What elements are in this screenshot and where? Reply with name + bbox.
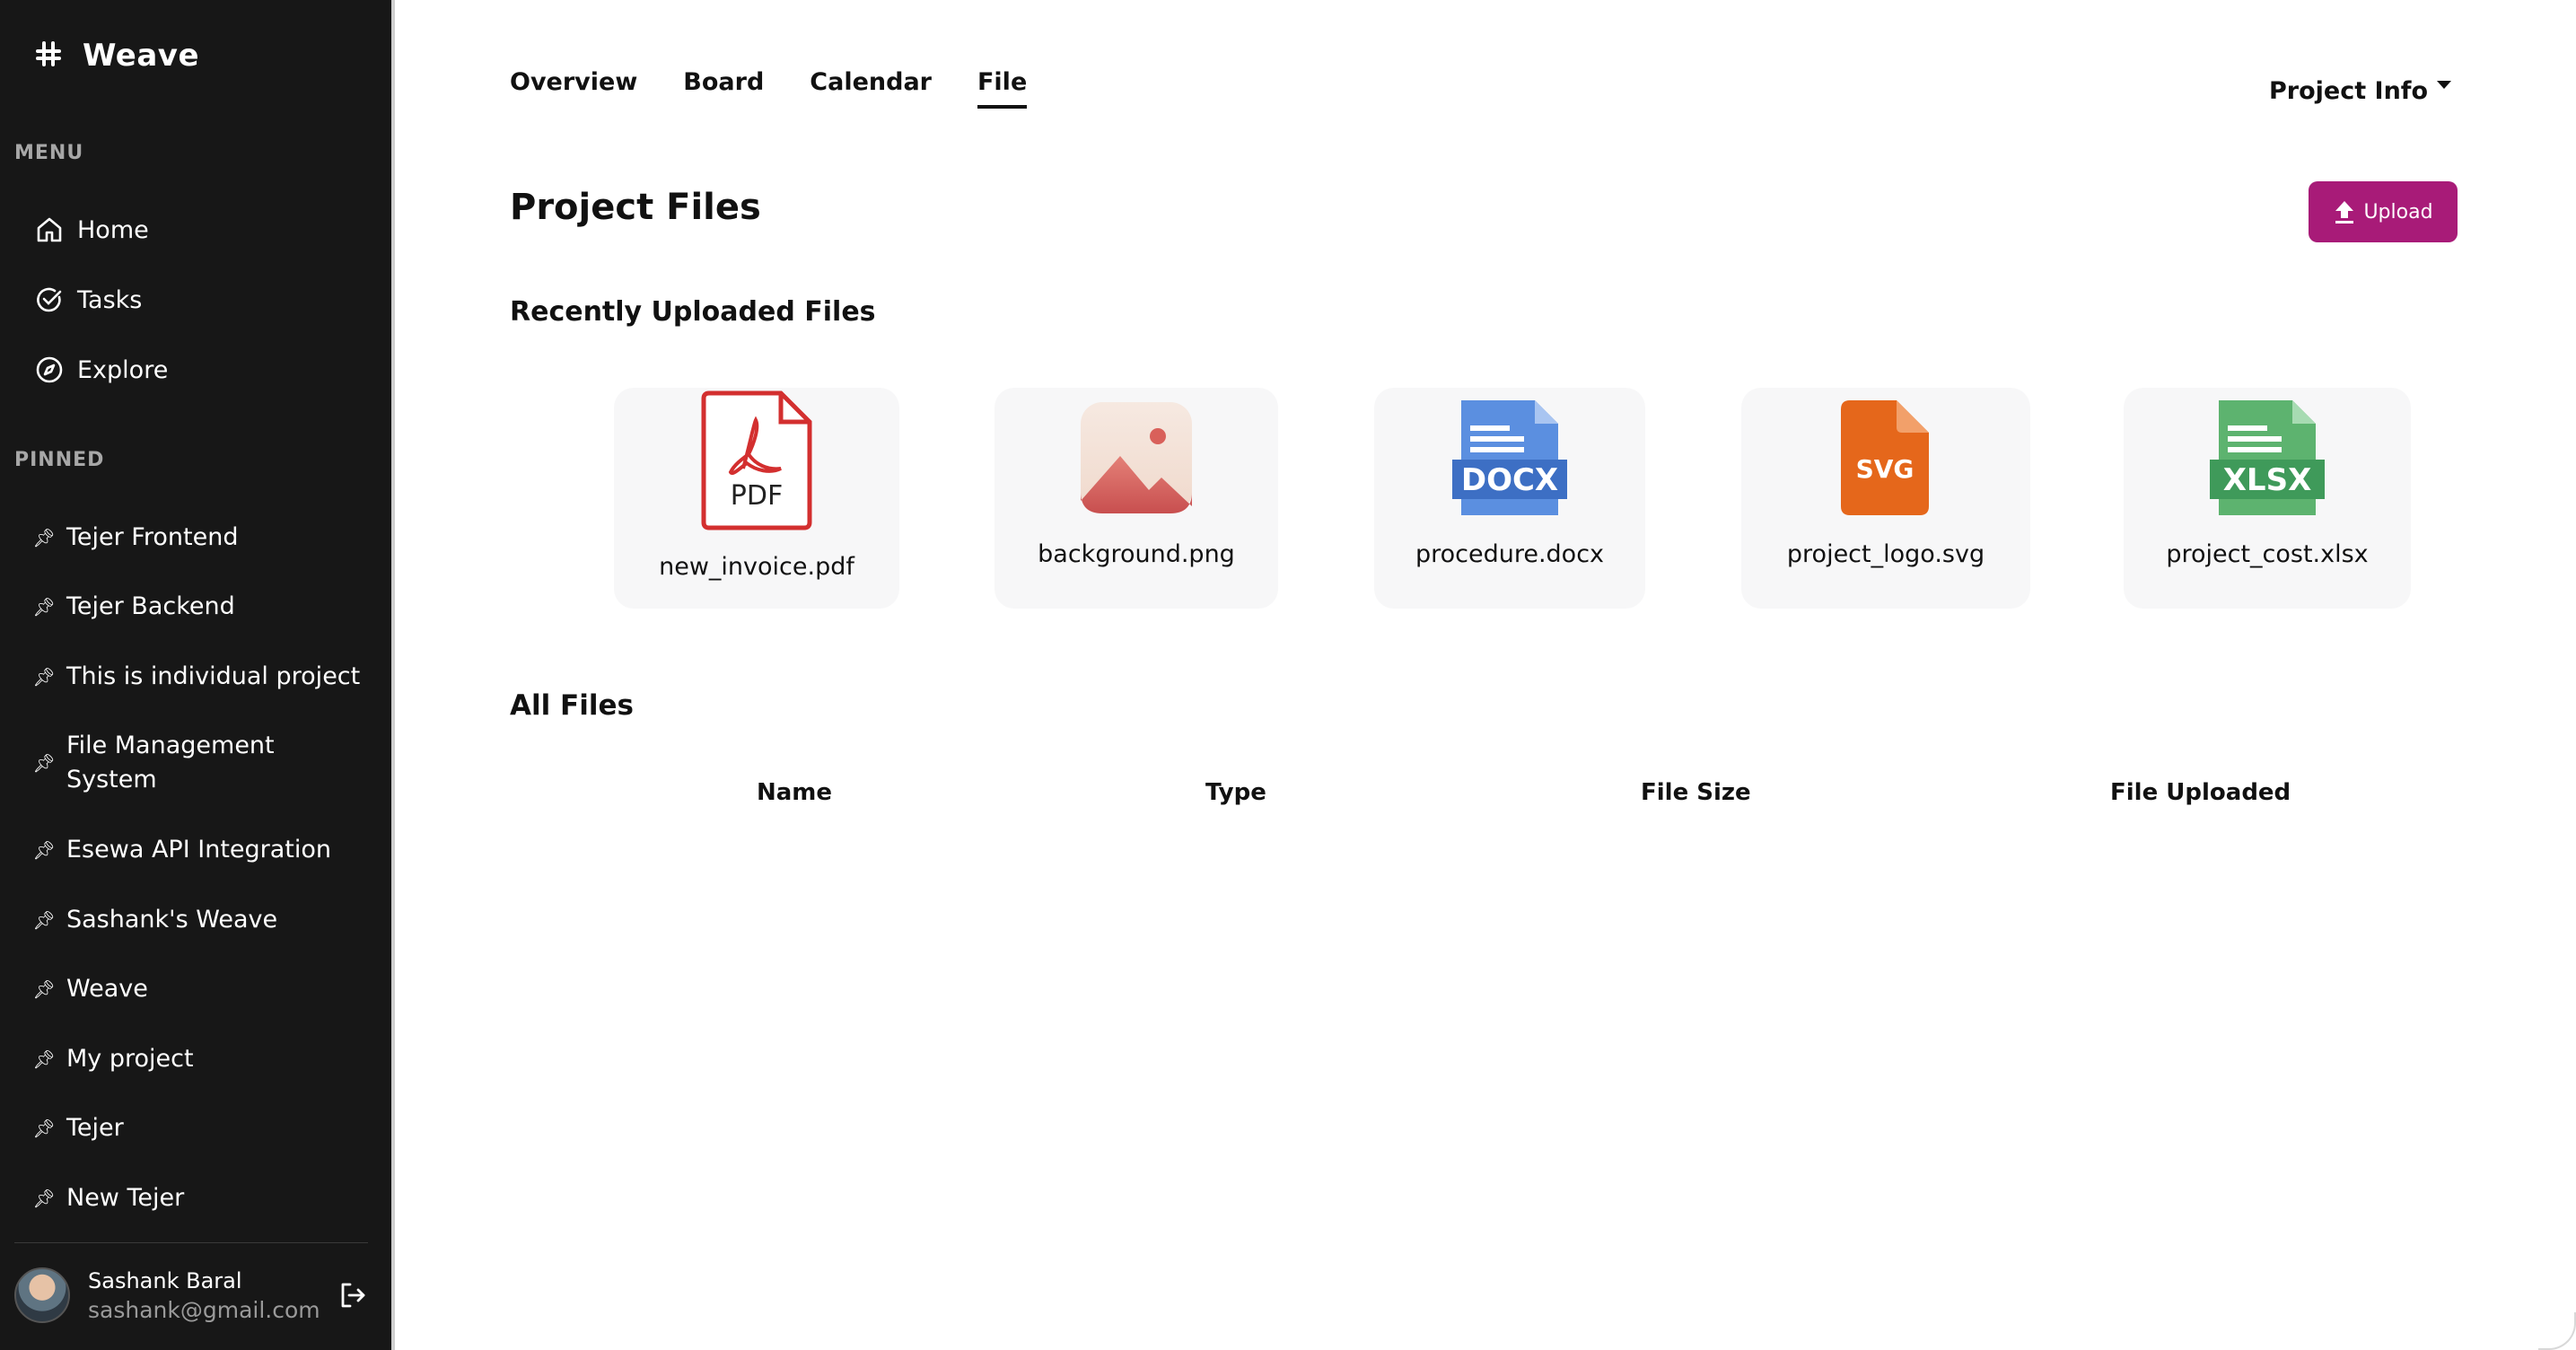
- upload-label: Upload: [2363, 200, 2433, 224]
- brand-name: Weave: [83, 38, 200, 74]
- pin-icon: 📌︎: [32, 978, 56, 1000]
- docx-badge: DOCX: [1461, 462, 1558, 498]
- brand[interactable]: Weave: [32, 32, 199, 79]
- pinned-item-label: File Management System: [66, 732, 275, 793]
- recent-files-title: Recently Uploaded Files: [510, 296, 876, 328]
- pinned-item[interactable]: 📌︎ Sashank's Weave: [32, 903, 366, 937]
- file-name: project_logo.svg: [1786, 540, 1985, 568]
- user-email: sashank@gmail.com: [88, 1296, 320, 1323]
- file-name: procedure.docx: [1415, 540, 1605, 568]
- column-header-type[interactable]: Type: [1205, 779, 1266, 806]
- project-info-dropdown[interactable]: Project Info: [2269, 77, 2452, 105]
- file-name: background.png: [1038, 540, 1235, 568]
- pinned-item[interactable]: 📌︎ File Management System: [32, 729, 366, 797]
- menu-section-label: MENU: [14, 142, 84, 164]
- upload-button[interactable]: Upload: [2309, 181, 2458, 242]
- pin-icon: 📌︎: [32, 527, 56, 548]
- tab-board[interactable]: Board: [683, 68, 764, 109]
- pinned-item[interactable]: 📌︎ Tejer Backend: [32, 590, 366, 624]
- recent-file-card[interactable]: background.png: [994, 388, 1278, 609]
- upload-icon: [2333, 199, 2356, 224]
- check-circle-icon: [34, 285, 65, 315]
- xlsx-badge: XLSX: [2223, 462, 2312, 498]
- pinned-item-label: Esewa API Integration: [66, 836, 332, 863]
- pinned-item-label: This is individual project: [66, 662, 361, 690]
- file-name: project_cost.xlsx: [2166, 540, 2369, 568]
- sidebar-border: [391, 0, 395, 1350]
- pinned-item[interactable]: 📌︎ Tejer Frontend: [32, 521, 366, 555]
- weave-logo-icon: [32, 38, 65, 74]
- sidebar-item-home[interactable]: Home: [34, 210, 149, 250]
- pinned-item-label: Weave: [66, 975, 148, 1003]
- sidebar-divider: [14, 1242, 368, 1243]
- pinned-item[interactable]: 📌︎ Esewa API Integration: [32, 833, 366, 867]
- recent-file-card[interactable]: DOCX procedure.docx: [1374, 388, 1645, 609]
- all-files-title: All Files: [510, 689, 634, 722]
- recent-file-card[interactable]: PDF new_invoice.pdf: [614, 388, 899, 609]
- file-name: new_invoice.pdf: [659, 553, 854, 581]
- pinned-item-label: Tejer Frontend: [66, 523, 239, 551]
- sidebar: Weave MENU Home Tasks Explore PINNED 📌︎: [0, 0, 391, 1350]
- pinned-item-label: My project: [66, 1045, 194, 1073]
- xlsx-file-icon: XLSX: [2210, 400, 2325, 515]
- pin-icon: 📌︎: [32, 909, 56, 931]
- window-corner: [2538, 1312, 2576, 1350]
- recent-file-card[interactable]: SVG project_logo.svg: [1741, 388, 2030, 609]
- pinned-item[interactable]: 📌︎ This is individual project: [32, 660, 366, 694]
- pinned-item[interactable]: 📌︎ Weave: [32, 972, 366, 1006]
- sidebar-item-label: Home: [77, 215, 149, 244]
- svg-file-icon: SVG: [1841, 400, 1931, 515]
- column-header-file-size[interactable]: File Size: [1641, 779, 1751, 806]
- user-name: Sashank Baral: [88, 1267, 242, 1293]
- pinned-item[interactable]: 📌︎ My project: [32, 1042, 366, 1076]
- column-header-name[interactable]: Name: [757, 779, 832, 806]
- tab-overview[interactable]: Overview: [510, 68, 637, 109]
- pinned-item-label: Sashank's Weave: [66, 906, 278, 934]
- sidebar-item-label: Explore: [77, 355, 169, 384]
- pdf-file-icon: PDF: [698, 388, 815, 531]
- pin-icon: 📌︎: [32, 752, 56, 774]
- pinned-item[interactable]: 📌︎ New Tejer: [32, 1181, 366, 1215]
- project-info-label: Project Info: [2269, 77, 2429, 105]
- pdf-badge: PDF: [731, 480, 783, 512]
- recent-file-card[interactable]: XLSX project_cost.xlsx: [2124, 388, 2411, 609]
- user-profile[interactable]: Sashank Baral sashank@gmail.com: [14, 1264, 377, 1327]
- pinned-item-label: Tejer: [66, 1114, 124, 1142]
- column-header-file-uploaded[interactable]: File Uploaded: [2110, 779, 2291, 806]
- pin-icon: 📌︎: [32, 1048, 56, 1070]
- tab-file[interactable]: File: [977, 68, 1028, 109]
- avatar[interactable]: [14, 1267, 70, 1323]
- compass-icon: [34, 355, 65, 385]
- logout-icon[interactable]: [337, 1280, 368, 1311]
- page-title: Project Files: [510, 187, 761, 228]
- pin-icon: 📌︎: [32, 596, 56, 618]
- sidebar-item-label: Tasks: [77, 285, 143, 314]
- pinned-item-label: Tejer Backend: [66, 592, 235, 620]
- pinned-item-label: New Tejer: [66, 1184, 185, 1212]
- sidebar-item-tasks[interactable]: Tasks: [34, 280, 142, 320]
- docx-file-icon: DOCX: [1452, 400, 1567, 515]
- pin-icon: 📌︎: [32, 666, 56, 688]
- sidebar-item-explore[interactable]: Explore: [34, 350, 168, 390]
- pinned-section-label: PINNED: [14, 449, 105, 471]
- svg-badge: SVG: [1856, 454, 1914, 484]
- pin-icon: 📌︎: [32, 1188, 56, 1209]
- pin-icon: 📌︎: [32, 839, 56, 861]
- pinned-item[interactable]: 📌︎ Tejer: [32, 1111, 366, 1145]
- image-file-icon: [1079, 400, 1194, 515]
- caret-down-icon: [2437, 81, 2452, 89]
- home-icon: [34, 215, 65, 245]
- pin-icon: 📌︎: [32, 1118, 56, 1139]
- project-tabs: Overview Board Calendar File: [510, 68, 1073, 109]
- tab-calendar[interactable]: Calendar: [810, 68, 932, 109]
